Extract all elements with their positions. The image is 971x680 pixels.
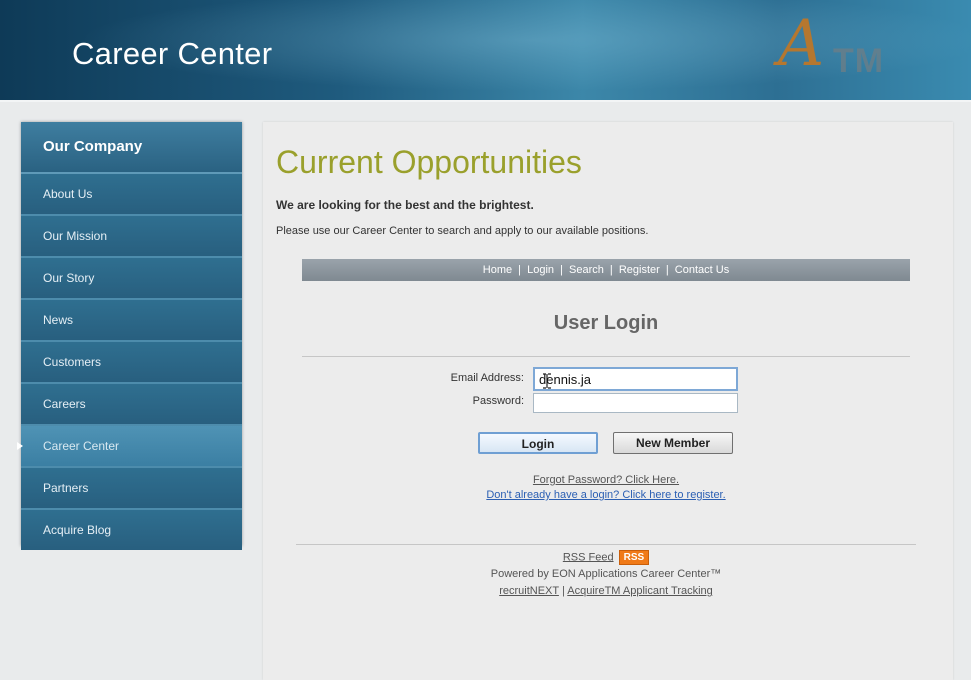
sidebar-item-news[interactable]: News xyxy=(21,300,242,342)
nav-link-home[interactable]: Home xyxy=(483,259,512,281)
email-label: Email Address: xyxy=(450,372,524,384)
description-text: Please use our Career Center to search a… xyxy=(276,225,649,237)
sidebar-item-our-story[interactable]: Our Story xyxy=(21,258,242,300)
tracking-links: recruitNEXT | AcquireTM Applicant Tracki… xyxy=(263,585,949,597)
password-field[interactable] xyxy=(533,393,738,413)
nav-separator: | xyxy=(560,264,563,276)
login-button[interactable]: Login xyxy=(478,432,598,454)
sidebar-item-partners[interactable]: Partners xyxy=(21,468,242,510)
register-link[interactable]: Don't already have a login? Click here t… xyxy=(263,489,949,501)
nav-link-register[interactable]: Register xyxy=(619,259,660,281)
recruitnext-link[interactable]: recruitNEXT xyxy=(499,585,559,597)
footer-separator: | xyxy=(561,585,565,597)
career-nav-bar: Home | Login | Search | Register | Conta… xyxy=(302,259,910,281)
nav-link-login[interactable]: Login xyxy=(527,259,554,281)
divider xyxy=(302,356,910,357)
password-label: Password: xyxy=(472,395,524,407)
sidebar-nav: Our Company About Us Our Mission Our Sto… xyxy=(17,122,242,550)
site-header: Career Center A TM xyxy=(0,0,971,102)
atm-logo[interactable]: A TM xyxy=(778,12,908,82)
new-member-button[interactable]: New Member xyxy=(613,432,733,454)
login-heading: User Login xyxy=(553,312,659,334)
text-cursor-icon xyxy=(543,373,551,389)
lead-text: We are looking for the best and the brig… xyxy=(276,198,534,212)
rss-icon[interactable]: RSS xyxy=(618,550,650,565)
email-field[interactable] xyxy=(533,367,738,391)
site-title: Career Center xyxy=(72,36,273,71)
sidebar-item-customers[interactable]: Customers xyxy=(21,342,242,384)
nav-link-search[interactable]: Search xyxy=(569,259,604,281)
sidebar-item-our-mission[interactable]: Our Mission xyxy=(21,216,242,258)
main-content: Current Opportunities We are looking for… xyxy=(263,122,953,680)
acquiretm-tracking-link[interactable]: AcquireTM Applicant Tracking xyxy=(567,585,713,597)
sidebar-item-career-center[interactable]: Career Center xyxy=(17,426,242,468)
sidebar-item-careers[interactable]: Careers xyxy=(21,384,242,426)
sidebar-item-acquire-blog[interactable]: Acquire Blog xyxy=(21,510,242,550)
logo-suffix: TM xyxy=(833,42,885,80)
nav-separator: | xyxy=(609,264,613,276)
logo-letter: A xyxy=(778,7,825,81)
page-title: Current Opportunities xyxy=(276,144,582,180)
sidebar-item-about-us[interactable]: About Us xyxy=(21,174,242,216)
rss-row: RSS Feed RSS xyxy=(263,550,949,565)
rss-feed-link[interactable]: RSS Feed xyxy=(563,551,614,563)
nav-link-contact-us[interactable]: Contact Us xyxy=(675,259,729,281)
nav-separator: | xyxy=(665,264,669,276)
forgot-password-link[interactable]: Forgot Password? Click Here. xyxy=(263,474,949,486)
powered-by-text: Powered by EON Applications Career Cente… xyxy=(490,568,722,580)
footer-divider xyxy=(296,544,916,545)
sidebar-title: Our Company xyxy=(21,122,242,174)
nav-separator: | xyxy=(518,264,522,276)
